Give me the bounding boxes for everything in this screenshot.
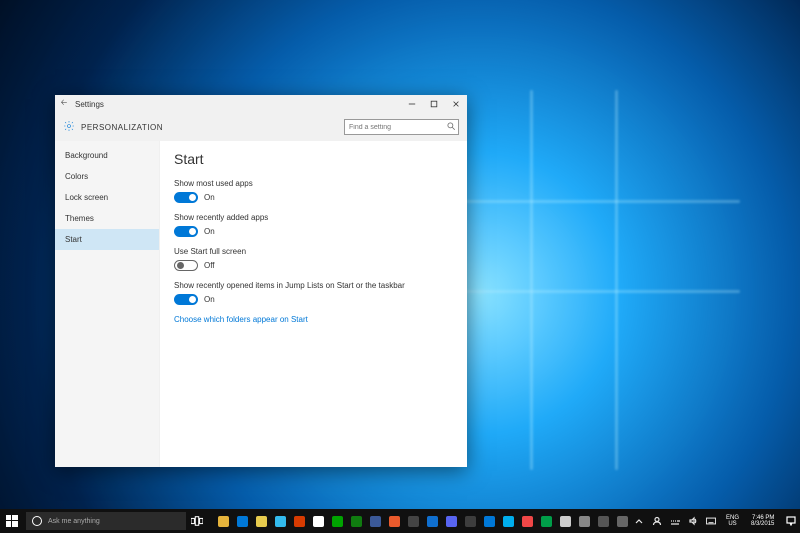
taskbar-app-icon[interactable] (309, 509, 328, 533)
app-title: Settings (73, 100, 401, 109)
setting-row: Use Start full screen Off (174, 247, 453, 271)
setting-row: Show recently added apps On (174, 213, 453, 237)
taskbar-app-icon[interactable] (252, 509, 271, 533)
cortana-placeholder: Ask me anything (48, 518, 100, 525)
taskbar-app-icon[interactable] (328, 509, 347, 533)
taskbar-app-icon[interactable] (385, 509, 404, 533)
cortana-icon (32, 516, 42, 526)
setting-label: Show recently added apps (174, 213, 453, 222)
taskbar-app-icon[interactable] (499, 509, 518, 533)
minimize-button[interactable] (401, 95, 423, 113)
maximize-button[interactable] (423, 95, 445, 113)
tray-network-icon[interactable] (668, 516, 682, 526)
setting-label: Show most used apps (174, 179, 453, 188)
action-center-icon[interactable] (782, 516, 800, 526)
start-button[interactable] (0, 509, 24, 533)
search-input[interactable] (344, 119, 459, 135)
settings-window: 🡠 Settings PERSONALIZATION BackgroundCol… (55, 95, 467, 467)
taskbar-app-icon[interactable] (423, 509, 442, 533)
taskbar-app-icon[interactable] (404, 509, 423, 533)
taskbar-app-icon[interactable] (290, 509, 309, 533)
cortana-search[interactable]: Ask me anything (26, 512, 186, 530)
content-pane: Start Show most used appsOnShow recently… (160, 141, 467, 467)
toggle-state-text: On (204, 193, 215, 202)
taskbar-app-icon[interactable] (347, 509, 366, 533)
toggle-switch[interactable]: On (174, 192, 453, 203)
sidebar-item-colors[interactable]: Colors (55, 166, 159, 187)
tray-volume-icon[interactable] (686, 516, 700, 526)
search-icon (446, 121, 456, 133)
setting-row: Show recently opened items in Jump Lists… (174, 281, 453, 305)
setting-row: Show most used apps On (174, 179, 453, 203)
taskbar-app-icon[interactable] (461, 509, 480, 533)
titlebar: 🡠 Settings (55, 95, 467, 113)
taskbar-app-icon[interactable] (518, 509, 537, 533)
sidebar: BackgroundColorsLock screenThemesStart (55, 141, 160, 467)
sidebar-item-start[interactable]: Start (55, 229, 159, 250)
taskbar-app-icon[interactable] (214, 509, 233, 533)
sidebar-item-themes[interactable]: Themes (55, 208, 159, 229)
taskbar-app-icon[interactable] (233, 509, 252, 533)
tray-keyboard-icon[interactable] (704, 516, 718, 526)
header: PERSONALIZATION (55, 113, 467, 141)
toggle-state-text: On (204, 295, 215, 304)
toggle-switch[interactable]: Off (174, 260, 453, 271)
taskbar-app-icon[interactable] (594, 509, 613, 533)
page-title: Start (174, 151, 453, 167)
setting-label: Use Start full screen (174, 247, 453, 256)
clock[interactable]: 7:46 PM 8/3/2015 (747, 515, 778, 527)
sidebar-item-lock-screen[interactable]: Lock screen (55, 187, 159, 208)
toggle-state-text: Off (204, 261, 215, 270)
taskbar-app-icon[interactable] (366, 509, 385, 533)
gear-icon (63, 120, 75, 134)
back-button[interactable]: 🡠 (55, 97, 73, 111)
toggle-switch[interactable]: On (174, 294, 453, 305)
tray-people-icon[interactable] (650, 516, 664, 526)
sidebar-item-background[interactable]: Background (55, 145, 159, 166)
setting-label: Show recently opened items in Jump Lists… (174, 281, 453, 290)
task-view-button[interactable] (186, 509, 208, 533)
taskbar-app-icon[interactable] (556, 509, 575, 533)
choose-folders-link[interactable]: Choose which folders appear on Start (174, 315, 453, 324)
close-button[interactable] (445, 95, 467, 113)
language-indicator[interactable]: ENG US (722, 515, 743, 527)
taskbar-app-icon[interactable] (442, 509, 461, 533)
taskbar-app-icon[interactable] (480, 509, 499, 533)
breadcrumb: PERSONALIZATION (81, 123, 338, 132)
tray-chevron-up-icon[interactable] (632, 516, 646, 526)
taskbar-app-icon[interactable] (271, 509, 290, 533)
toggle-switch[interactable]: On (174, 226, 453, 237)
system-tray: ENG US 7:46 PM 8/3/2015 (632, 509, 800, 533)
taskbar: Ask me anything ENG US 7:46 PM 8/3/2015 (0, 509, 800, 533)
taskbar-app-icon[interactable] (575, 509, 594, 533)
taskbar-app-icon[interactable] (537, 509, 556, 533)
taskbar-app-icon[interactable] (613, 509, 632, 533)
toggle-state-text: On (204, 227, 215, 236)
